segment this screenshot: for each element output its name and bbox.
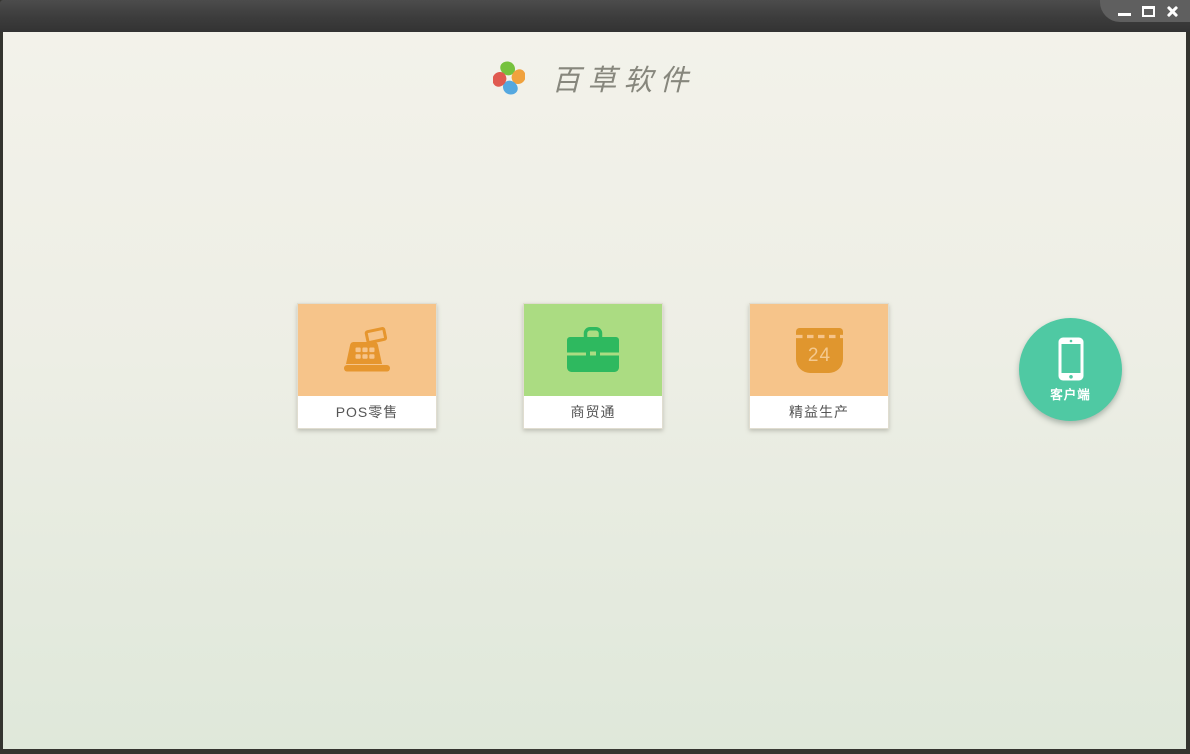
product-card-trade[interactable]: 商贸通 xyxy=(523,303,663,429)
titlebar[interactable] xyxy=(0,0,1190,32)
brand-header: 百草软件 xyxy=(3,56,1186,100)
product-label: 精益生产 xyxy=(750,396,888,428)
product-card-lean-production[interactable]: 24 精益生产 xyxy=(749,303,889,429)
briefcase-icon xyxy=(567,327,619,372)
app-title: 百草软件 xyxy=(551,63,696,97)
calendar-day-label: 24 xyxy=(807,345,830,366)
window-controls xyxy=(1100,0,1190,22)
lean-tile: 24 xyxy=(750,304,888,396)
minimize-button[interactable] xyxy=(1117,4,1132,19)
cash-register-icon xyxy=(344,327,390,372)
maximize-button[interactable] xyxy=(1141,4,1156,19)
app-window: 百草软件 POS零售 商贸通 24 精益生产 客户端 xyxy=(0,0,1190,754)
close-icon xyxy=(1166,5,1179,18)
product-card-pos-retail[interactable]: POS零售 xyxy=(297,303,437,429)
maximize-icon xyxy=(1142,5,1155,17)
main-area: 百草软件 POS零售 商贸通 24 精益生产 客户端 xyxy=(3,32,1186,749)
client-button[interactable]: 客户端 xyxy=(1019,318,1122,421)
smartphone-icon xyxy=(1058,337,1083,380)
pinwheel-icon xyxy=(493,61,526,95)
close-button[interactable] xyxy=(1165,4,1180,19)
pos-tile xyxy=(298,304,436,396)
client-button-label: 客户端 xyxy=(1050,387,1091,402)
product-label: POS零售 xyxy=(298,396,436,428)
minimize-icon xyxy=(1118,12,1131,16)
product-label: 商贸通 xyxy=(524,396,662,428)
trade-tile xyxy=(524,304,662,396)
calendar-icon: 24 xyxy=(795,327,843,373)
